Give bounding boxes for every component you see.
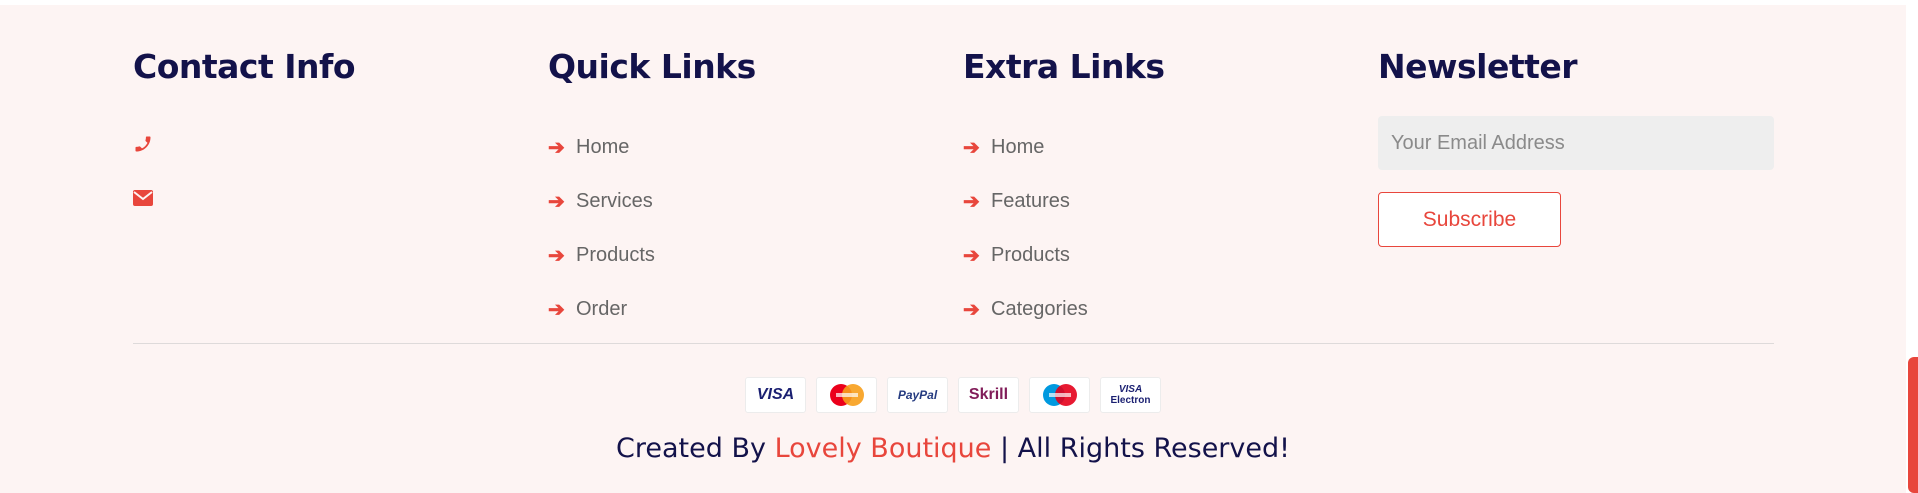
- site-footer: Contact Info Quick Links ➔ Home ➔ Services…: [0, 5, 1906, 493]
- visa-card-icon: VISA: [745, 377, 806, 413]
- quick-link-label: Products: [576, 243, 655, 266]
- contact-email-row: [133, 173, 153, 227]
- contact-info-heading: Contact Info: [133, 47, 356, 86]
- arrow-right-icon: ➔: [548, 136, 565, 159]
- credits-prefix: Created By: [616, 433, 775, 464]
- visa-logo-text: VISA: [756, 386, 795, 403]
- quick-link-products[interactable]: ➔ Products: [548, 228, 655, 282]
- extra-link-label: Home: [991, 135, 1045, 158]
- quick-link-order[interactable]: ➔ Order: [548, 282, 655, 336]
- contact-info-section: Contact Info: [133, 47, 356, 206]
- payment-methods: VISA PayPal Skrill VISA Electron: [745, 377, 1161, 413]
- credits-suffix: | All Rights Reserved!: [991, 433, 1290, 464]
- quick-links-heading: Quick Links: [548, 47, 756, 86]
- visa-electron-card-icon: VISA Electron: [1100, 377, 1161, 413]
- newsletter-email-input[interactable]: [1378, 116, 1774, 170]
- visa-electron-top-text: VISA: [1118, 384, 1143, 395]
- extra-link-label: Categories: [991, 297, 1088, 320]
- extra-links-heading: Extra Links: [963, 47, 1165, 86]
- arrow-right-icon: ➔: [548, 298, 565, 321]
- arrow-right-icon: ➔: [963, 190, 980, 213]
- extra-link-label: Products: [991, 243, 1070, 266]
- maestro-card-icon: [1029, 377, 1090, 413]
- paypal-logo-text: PayPal: [897, 388, 938, 402]
- copyright-text: Created By Lovely Boutique | All Rights …: [0, 433, 1906, 464]
- subscribe-button[interactable]: Subscribe: [1378, 192, 1561, 247]
- skrill-card-icon: Skrill: [958, 377, 1019, 413]
- page-scrollbar[interactable]: [1906, 0, 1918, 493]
- brand-link[interactable]: Lovely Boutique: [775, 433, 992, 464]
- quick-link-label: Order: [576, 297, 628, 320]
- visa-electron-bottom-text: Electron: [1110, 395, 1151, 406]
- phone-icon: [133, 134, 153, 159]
- quick-link-services[interactable]: ➔ Services: [548, 174, 655, 228]
- quick-links-section: Quick Links ➔ Home ➔ Services ➔ Products ➔ O…: [548, 47, 756, 321]
- paypal-card-icon: PayPal: [887, 377, 948, 413]
- quick-link-label: Services: [576, 189, 653, 212]
- contact-phone-row: [133, 119, 153, 173]
- arrow-right-icon: ➔: [963, 244, 980, 267]
- extra-links-section: Extra Links ➔ Home ➔ Features ➔ Products ➔ C…: [963, 47, 1165, 321]
- footer-divider: [133, 343, 1774, 344]
- arrow-right-icon: ➔: [548, 244, 565, 267]
- arrow-right-icon: ➔: [963, 136, 980, 159]
- newsletter-heading: Newsletter: [1378, 47, 1578, 86]
- extra-link-products[interactable]: ➔ Products: [963, 228, 1088, 282]
- quick-link-label: Home: [576, 135, 630, 158]
- extra-link-label: Features: [991, 189, 1070, 212]
- envelope-icon: [133, 189, 153, 211]
- newsletter-section: Newsletter Subscribe: [1378, 47, 1778, 247]
- extra-link-categories[interactable]: ➔ Categories: [963, 282, 1088, 336]
- arrow-right-icon: ➔: [548, 190, 565, 213]
- scrollbar-thumb[interactable]: [1908, 357, 1918, 493]
- skrill-logo-text: Skrill: [968, 386, 1009, 403]
- quick-link-home[interactable]: ➔ Home: [548, 120, 655, 174]
- arrow-right-icon: ➔: [963, 298, 980, 321]
- mastercard-icon: [816, 377, 877, 413]
- extra-link-features[interactable]: ➔ Features: [963, 174, 1088, 228]
- extra-link-home[interactable]: ➔ Home: [963, 120, 1088, 174]
